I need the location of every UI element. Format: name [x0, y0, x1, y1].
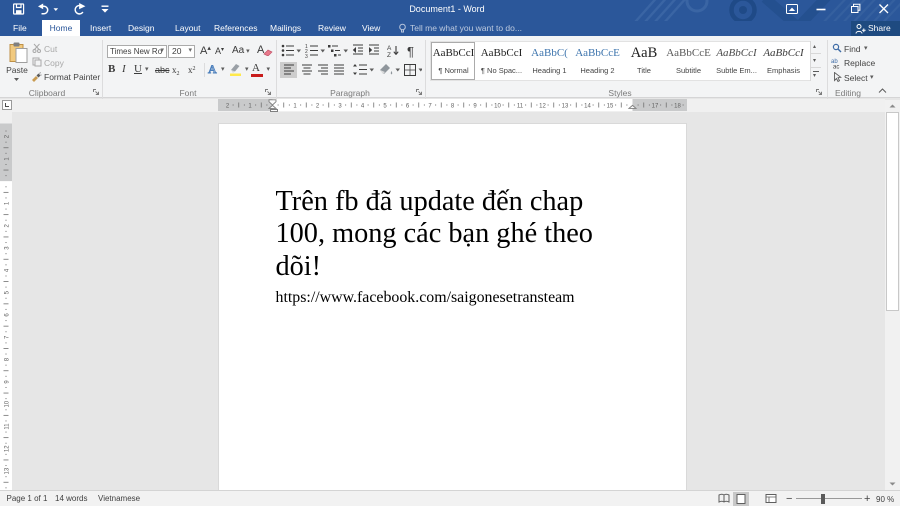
svg-text:10: 10: [5, 400, 11, 407]
svg-text:13: 13: [5, 467, 11, 474]
svg-text:18: 18: [674, 104, 681, 110]
svg-text:11: 11: [5, 423, 11, 430]
svg-text:A: A: [208, 62, 217, 76]
svg-text:10: 10: [494, 104, 501, 110]
svg-text:13: 13: [562, 104, 569, 110]
svg-text:Z: Z: [387, 52, 391, 59]
svg-text:11: 11: [517, 104, 524, 110]
svg-text:17: 17: [652, 104, 659, 110]
svg-text:14: 14: [584, 104, 591, 110]
svg-text:12: 12: [5, 445, 11, 452]
svg-text:3: 3: [305, 54, 308, 59]
svg-text:15: 15: [607, 104, 614, 110]
svg-text:A: A: [387, 45, 392, 52]
svg-text:12: 12: [539, 104, 546, 110]
svg-text:ac: ac: [833, 64, 839, 69]
svg-text:¶: ¶: [407, 44, 414, 59]
